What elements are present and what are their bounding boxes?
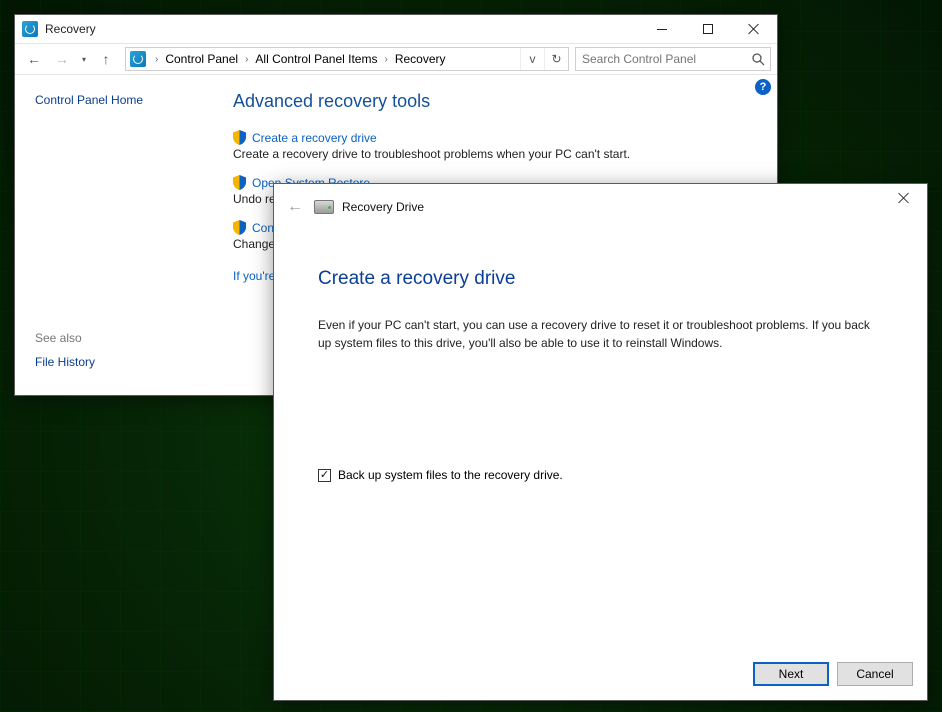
refresh-button[interactable]: ↻	[544, 48, 568, 70]
desktop-background: Recovery ← → ▾ ↑ › Control Panel › All C…	[0, 0, 942, 712]
nav-back-button[interactable]: ←	[21, 46, 47, 72]
cancel-button[interactable]: Cancel	[837, 662, 913, 686]
help-icon[interactable]: ?	[755, 79, 771, 95]
minimize-button[interactable]	[639, 15, 685, 43]
drive-icon	[314, 200, 334, 214]
see-also-heading: See also	[35, 331, 82, 345]
next-button[interactable]: Next	[753, 662, 829, 686]
file-history-link[interactable]: File History	[35, 355, 95, 369]
checkbox-label: Back up system files to the recovery dri…	[338, 468, 563, 482]
address-app-icon	[130, 51, 146, 67]
control-panel-home-link[interactable]: Control Panel Home	[35, 93, 209, 107]
dialog-close-button[interactable]	[881, 184, 927, 212]
address-dropdown[interactable]: v	[520, 48, 544, 70]
nav-up-button[interactable]: ↑	[93, 51, 119, 67]
nav-forward-button[interactable]: →	[49, 46, 75, 72]
tool-description: Create a recovery drive to troubleshoot …	[233, 147, 753, 161]
wizard-heading: Create a recovery drive	[318, 268, 883, 290]
backup-system-files-checkbox[interactable]	[318, 469, 331, 482]
shield-icon	[233, 175, 246, 190]
dialog-header: ← Recovery Drive	[274, 184, 927, 230]
maximize-button[interactable]	[685, 15, 731, 43]
shield-icon	[233, 130, 246, 145]
breadcrumb-current[interactable]: Recovery	[393, 52, 448, 66]
tool-create-recovery-drive: Create a recovery drive Create a recover…	[233, 130, 753, 161]
dialog-title: Recovery Drive	[342, 200, 424, 214]
chevron-right-icon: ›	[150, 54, 163, 65]
left-nav-pane: Control Panel Home	[15, 75, 229, 395]
address-bar[interactable]: › Control Panel › All Control Panel Item…	[125, 47, 569, 71]
page-heading: Advanced recovery tools	[233, 91, 753, 112]
chevron-right-icon: ›	[379, 54, 392, 65]
wizard-description: Even if your PC can't start, you can use…	[318, 316, 883, 352]
wizard-back-button[interactable]: ←	[282, 194, 308, 220]
search-input[interactable]	[576, 52, 746, 66]
shield-icon	[233, 220, 246, 235]
recovery-app-icon	[22, 21, 38, 37]
search-icon[interactable]	[746, 53, 770, 66]
nav-history-dropdown[interactable]: ▾	[77, 55, 91, 64]
breadcrumb-root[interactable]: Control Panel	[163, 52, 240, 66]
window-title: Recovery	[45, 22, 96, 36]
breadcrumb-mid[interactable]: All Control Panel Items	[253, 52, 379, 66]
tool-link[interactable]: Create a recovery drive	[252, 131, 377, 145]
recovery-drive-dialog: ← Recovery Drive Create a recovery drive…	[273, 183, 928, 701]
dialog-button-row: Next Cancel	[753, 662, 913, 686]
navigation-bar: ← → ▾ ↑ › Control Panel › All Control Pa…	[15, 43, 777, 75]
titlebar[interactable]: Recovery	[15, 15, 777, 43]
chevron-right-icon: ›	[240, 54, 253, 65]
close-button[interactable]	[731, 15, 777, 43]
dialog-body: Create a recovery drive Even if your PC …	[274, 230, 927, 496]
search-box[interactable]	[575, 47, 771, 71]
